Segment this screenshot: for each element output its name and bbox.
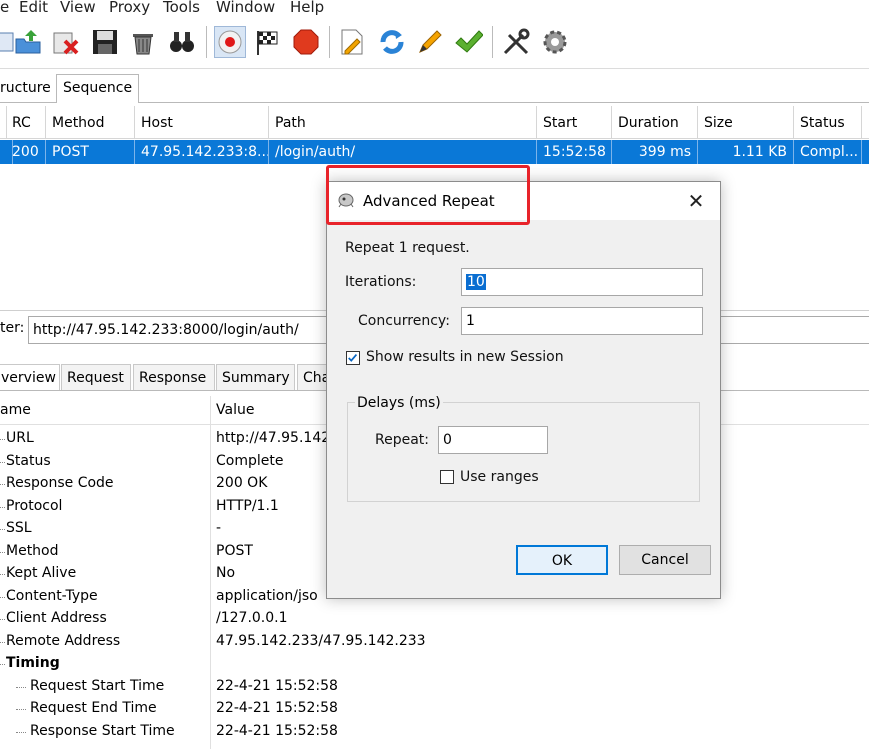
- column-header-path[interactable]: Path: [269, 106, 537, 138]
- list-item[interactable]: Response Start Time 22-4-21 15:52:58: [0, 721, 869, 744]
- checkmark-icon: [348, 354, 358, 362]
- column-header-start[interactable]: Start: [537, 106, 612, 138]
- column-header-method[interactable]: Method: [46, 106, 135, 138]
- toolbar: [0, 20, 869, 69]
- list-item[interactable]: Request Start Time 22-4-21 15:52:58: [0, 676, 869, 699]
- table-cell-duration: 399 ms: [612, 140, 698, 164]
- column-header-rc[interactable]: RC: [6, 106, 46, 138]
- table-cell-start: 15:52:58: [537, 140, 612, 164]
- ok-button[interactable]: OK: [516, 545, 608, 575]
- cancel-button[interactable]: Cancel: [619, 545, 711, 575]
- detail-header-name: ame: [0, 402, 31, 418]
- menu-file[interactable]: e: [0, 0, 9, 16]
- tab-structure[interactable]: ructure: [0, 75, 57, 101]
- trash-icon[interactable]: [127, 26, 159, 58]
- tab-overview[interactable]: verview: [0, 364, 60, 390]
- table-cell-host: 47.95.142.233:8...: [135, 140, 269, 164]
- detail-header-value: Value: [216, 402, 255, 418]
- tab-summary[interactable]: Summary: [216, 364, 295, 390]
- advanced-repeat-dialog: Advanced Repeat ✕ Repeat 1 request. Iter…: [326, 181, 721, 599]
- use-ranges-checkbox[interactable]: [440, 470, 454, 484]
- use-ranges-label[interactable]: Use ranges: [460, 469, 539, 485]
- column-header-host[interactable]: Host: [135, 106, 269, 138]
- save-icon[interactable]: [89, 26, 121, 58]
- concurrency-label: Concurrency:: [358, 313, 450, 329]
- show-results-checkbox[interactable]: [346, 351, 360, 365]
- concurrency-input[interactable]: 1: [461, 307, 703, 335]
- close-icon[interactable]: ✕: [684, 188, 708, 214]
- tab-sequence[interactable]: Sequence: [56, 74, 140, 103]
- column-header-duration[interactable]: Duration: [612, 106, 698, 138]
- view-tabs: ructure Sequence: [0, 72, 869, 103]
- table-row[interactable]: 200 POST 47.95.142.233:8... /login/auth/…: [0, 140, 869, 164]
- iterations-value: 10: [466, 274, 486, 290]
- binoculars-icon[interactable]: [166, 26, 198, 58]
- pencil-icon[interactable]: [414, 26, 446, 58]
- list-item[interactable]: Client Address/127.0.0.1: [0, 608, 869, 631]
- toolbar-separator: [492, 26, 493, 58]
- menu-edit[interactable]: Edit: [19, 0, 48, 16]
- tab-response[interactable]: Response: [133, 364, 215, 390]
- column-header-size[interactable]: Size: [698, 106, 794, 138]
- tools-icon[interactable]: [500, 26, 532, 58]
- flag-icon[interactable]: [252, 26, 284, 58]
- repeat-delay-label: Repeat:: [375, 432, 429, 448]
- menu-tools[interactable]: Tools: [163, 0, 200, 16]
- list-item[interactable]: Request End Time 22-4-21 15:52:58: [0, 698, 869, 721]
- record-icon[interactable]: [214, 26, 246, 58]
- table-cell-method: POST: [46, 140, 135, 164]
- table-cell-status: Compl...: [794, 140, 862, 164]
- list-item[interactable]: Remote Address 47.95.142.233/47.95.142.23…: [0, 631, 869, 654]
- toolbar-separator: [329, 26, 330, 58]
- toolbar-separator: [206, 26, 207, 58]
- clear-icon[interactable]: [50, 26, 82, 58]
- timing-group[interactable]: Timing: [0, 653, 869, 676]
- show-results-label[interactable]: Show results in new Session: [366, 349, 564, 365]
- menu-bar: e Edit View Proxy Tools Window Help: [0, 0, 869, 18]
- import-icon[interactable]: [12, 26, 44, 58]
- annotation-highlight-box: [326, 165, 530, 225]
- menu-proxy[interactable]: Proxy: [109, 0, 150, 16]
- settings-gear-icon[interactable]: [539, 26, 571, 58]
- table-cell-path: /login/auth/: [269, 140, 537, 164]
- repeat-description: Repeat 1 request.: [345, 240, 470, 256]
- delays-group-label: Delays (ms): [355, 395, 443, 411]
- menu-window[interactable]: Window: [216, 0, 275, 16]
- repeat-icon[interactable]: [376, 26, 408, 58]
- filter-label: ter:: [0, 320, 25, 336]
- table-cell-size: 1.11 KB: [698, 140, 794, 164]
- column-header-status[interactable]: Status: [794, 106, 862, 138]
- edit-icon[interactable]: [336, 26, 368, 58]
- tab-request[interactable]: Request: [61, 364, 131, 390]
- repeat-delay-input[interactable]: 0: [438, 426, 548, 454]
- stop-icon[interactable]: [290, 26, 322, 58]
- timing-label: Timing: [6, 655, 60, 671]
- iterations-label: Iterations:: [345, 274, 417, 290]
- table-cell-rc: 200: [6, 140, 46, 164]
- check-icon[interactable]: [452, 26, 484, 58]
- iterations-input[interactable]: 10: [461, 268, 703, 296]
- menu-view[interactable]: View: [60, 0, 96, 16]
- menu-help[interactable]: Help: [290, 0, 324, 16]
- table-header: RC Method Host Path Start Duration Size …: [0, 106, 869, 139]
